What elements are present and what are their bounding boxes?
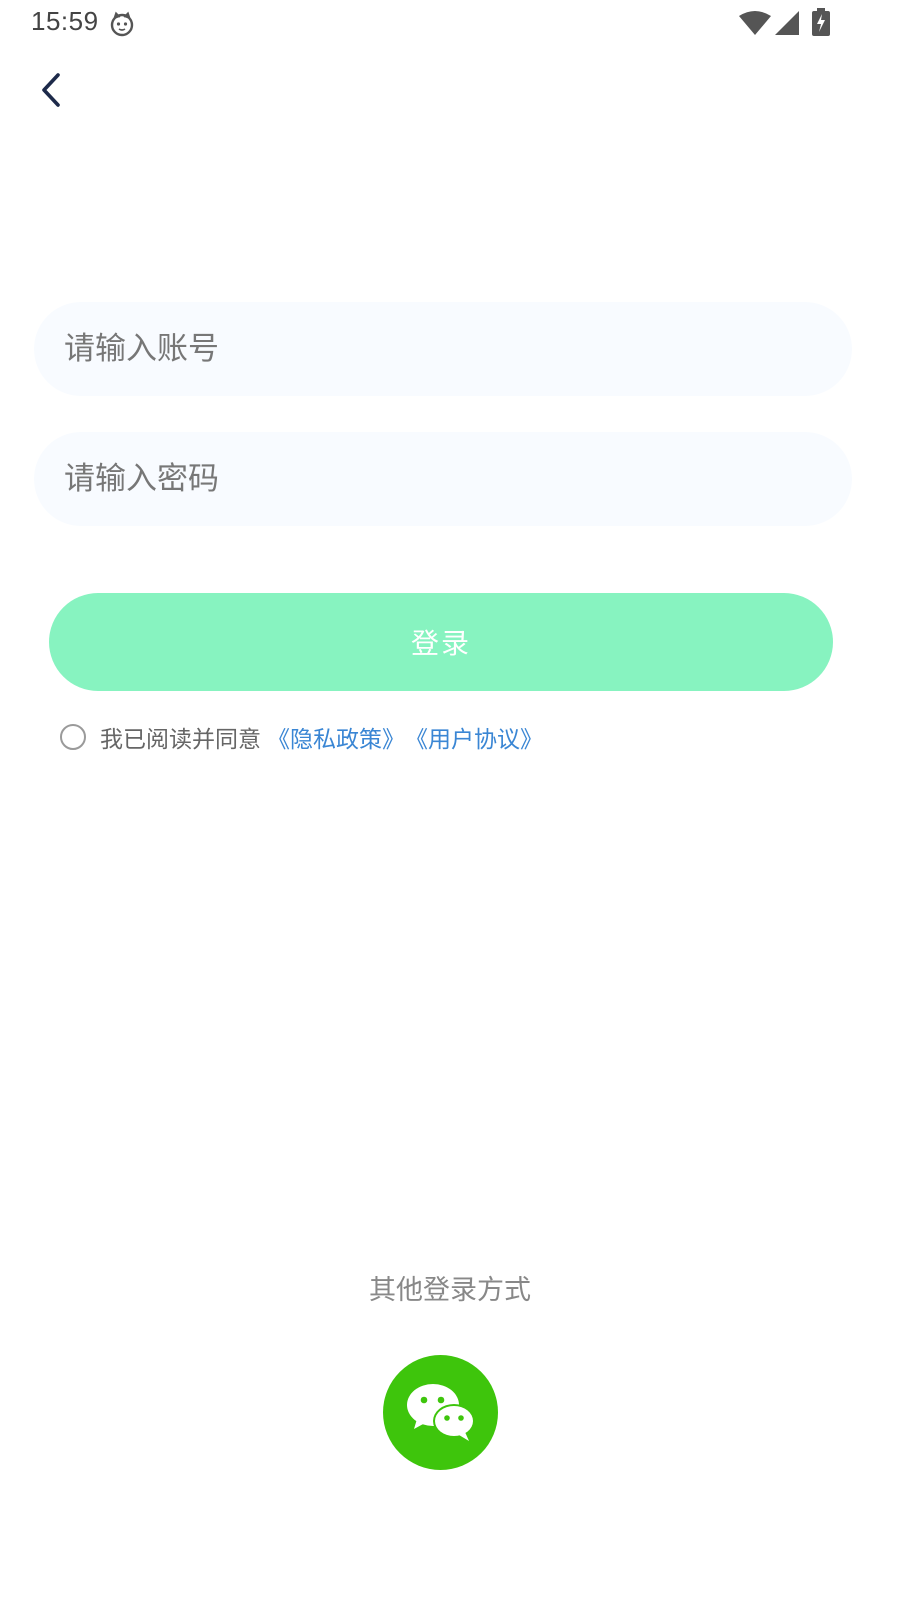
chevron-left-icon — [42, 73, 60, 107]
cell-signal-icon — [775, 11, 799, 35]
agreement-row: 我已阅读并同意 《隐私政策》 《用户协议》 — [60, 718, 543, 756]
wechat-login-button[interactable] — [383, 1355, 498, 1470]
agree-text: 我已阅读并同意 — [100, 727, 261, 753]
account-field — [34, 302, 852, 396]
password-input[interactable] — [64, 432, 824, 526]
wifi-icon — [739, 11, 771, 35]
user-agreement-link[interactable]: 《用户协议》 — [405, 720, 543, 754]
password-field — [34, 432, 852, 526]
other-login-label: 其他登录方式 — [369, 1275, 531, 1306]
wechat-icon — [407, 1384, 475, 1441]
back-button[interactable] — [28, 66, 76, 114]
login-button[interactable]: 登录 — [49, 593, 833, 691]
account-input[interactable] — [64, 302, 824, 396]
privacy-policy-link[interactable]: 《隐私政策》 — [267, 720, 405, 754]
cat-face-icon — [110, 11, 134, 37]
status-time: 15:59 — [31, 6, 99, 36]
agree-radio[interactable] — [60, 724, 86, 750]
battery-charging-icon — [812, 8, 830, 36]
status-bar: 15:59 — [0, 0, 900, 48]
